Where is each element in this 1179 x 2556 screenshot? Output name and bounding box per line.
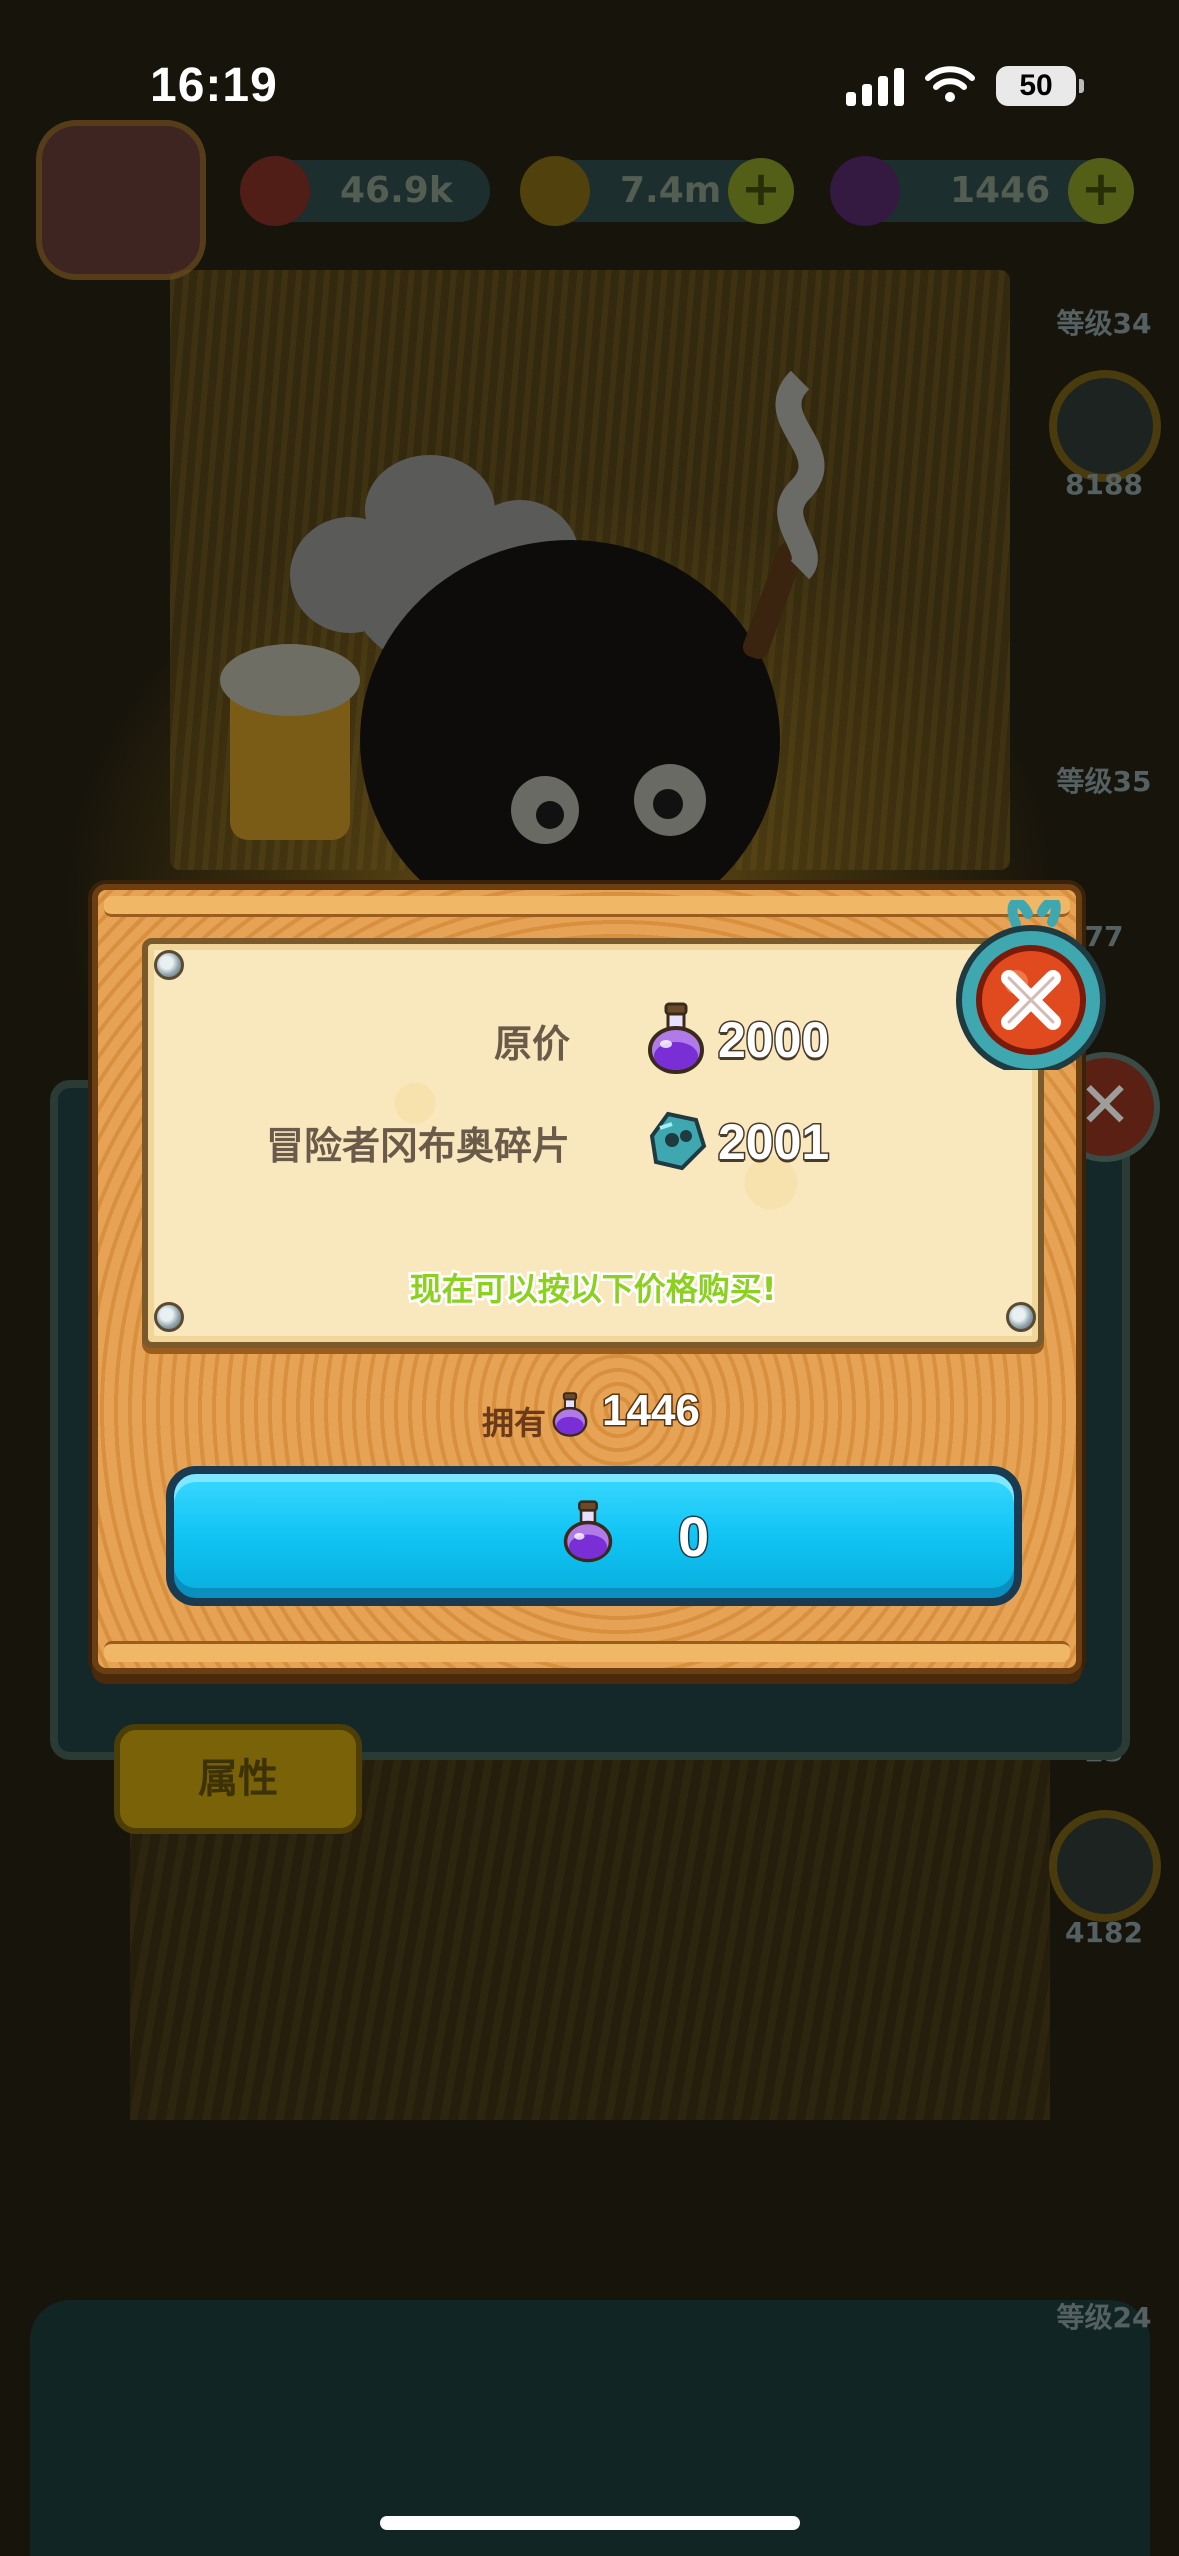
coin-icon <box>520 156 590 226</box>
buy-price-value: 0 <box>676 1504 710 1570</box>
potion-icon <box>648 1002 704 1074</box>
fragment-row: 冒险者冈布奥碎片 2001 <box>148 1102 1038 1182</box>
resource-pill-3: 1446 + <box>830 156 1134 226</box>
close-button[interactable] <box>946 900 1116 1070</box>
purchase-notice: 现在可以按以下价格购买! <box>407 1268 779 1311</box>
potion-icon <box>830 156 900 226</box>
add-potions-button[interactable]: + <box>1068 158 1134 224</box>
resource-3-value: 1446 <box>950 170 1051 211</box>
side-item-value: 8188 <box>1065 468 1143 501</box>
original-price-label: 原价 <box>493 1021 570 1066</box>
fragment-value: 2001 <box>716 1113 830 1172</box>
wifi-icon <box>925 66 975 102</box>
resource-pill-1: 46.9k <box>240 156 490 226</box>
red-orb-icon <box>240 156 310 226</box>
resource-1-value: 46.9k <box>340 170 453 211</box>
rivet-icon <box>154 950 184 980</box>
home-indicator[interactable] <box>380 2516 800 2530</box>
purchase-dialog: 原价 2000 冒险者冈布奥碎片 2001 现在可以按以下价格购买! 拥有 14… <box>92 884 1082 1674</box>
resource-pill-2: 7.4m + <box>520 156 794 226</box>
resource-2-value: 7.4m <box>620 170 722 211</box>
owned-label: 拥有 <box>482 1404 547 1442</box>
side-item-value: 4182 <box>1065 1916 1143 1949</box>
player-avatar-badge[interactable] <box>36 120 206 280</box>
potion-icon <box>563 1500 613 1563</box>
side-item-level: 等级35 <box>1056 765 1152 798</box>
price-info-parchment: 原价 2000 冒险者冈布奥碎片 2001 现在可以按以下价格购买! <box>142 938 1044 1348</box>
side-item-level: 等级24 <box>1056 2301 1152 2334</box>
original-price-row: 原价 2000 <box>148 1000 1038 1080</box>
owned-value: 1446 <box>601 1385 702 1437</box>
chef-creature-illustration <box>220 370 825 920</box>
buy-button[interactable]: 0 <box>166 1466 1022 1606</box>
side-item-button[interactable] <box>1049 370 1161 482</box>
fragment-label: 冒险者冈布奥碎片 <box>265 1123 570 1168</box>
original-price-value: 2000 <box>716 1011 830 1070</box>
owned-row: 拥有 1446 <box>98 1385 1076 1446</box>
battery-indicator: 50 <box>996 66 1084 106</box>
status-time: 16:19 <box>150 59 278 112</box>
fragment-icon <box>649 1111 707 1171</box>
top-hud: 46.9k 7.4m + 1446 + <box>0 120 1179 280</box>
side-item-button[interactable] <box>1049 1810 1161 1922</box>
side-item-level: 等级34 <box>1056 307 1152 340</box>
cellular-signal-icon <box>846 66 906 106</box>
attributes-tab[interactable]: 属性 <box>114 1724 362 1834</box>
add-coins-button[interactable]: + <box>728 158 794 224</box>
potion-icon <box>552 1392 588 1437</box>
